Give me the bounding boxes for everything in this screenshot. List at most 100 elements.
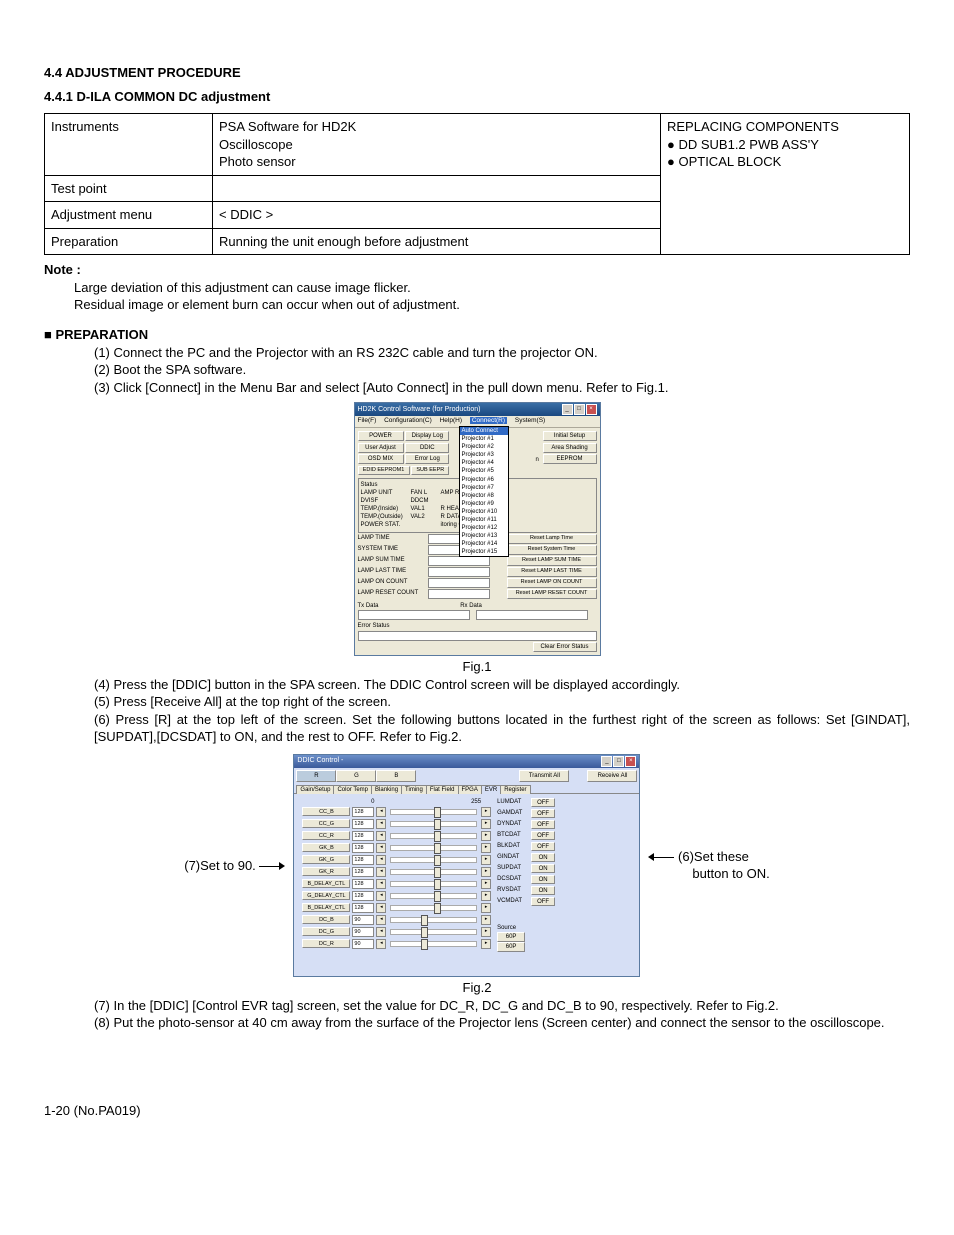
slider-track[interactable] xyxy=(390,941,477,947)
step-up-button[interactable]: ▸ xyxy=(481,831,491,841)
slider-label-button[interactable]: B_DELAY_CTL xyxy=(302,879,350,888)
minimize-icon[interactable]: _ xyxy=(562,404,573,415)
edid-eeprom1-button[interactable]: EDID EEPROM1 xyxy=(358,466,410,475)
slider-label-button[interactable]: GK_G xyxy=(302,855,350,864)
step-up-button[interactable]: ▸ xyxy=(481,807,491,817)
tab-flatfield[interactable]: Flat Field xyxy=(426,785,459,794)
menu-config[interactable]: Configuration(C) xyxy=(384,417,432,424)
fig1-dropdown[interactable]: Auto Connect Projector #1 Projector #2 P… xyxy=(459,426,509,558)
g-button[interactable]: G xyxy=(336,770,376,782)
b-button[interactable]: B xyxy=(376,770,416,782)
eeprom-button[interactable]: EEPROM xyxy=(543,454,597,464)
power-button[interactable]: POWER xyxy=(358,431,404,441)
step-down-button[interactable]: ◂ xyxy=(376,843,386,853)
step-down-button[interactable]: ◂ xyxy=(376,831,386,841)
slider-thumb[interactable] xyxy=(434,867,441,878)
source-btn-1[interactable]: 60P xyxy=(497,932,525,942)
tab-fpga[interactable]: FPGA xyxy=(458,785,482,794)
slider-value[interactable]: 90 xyxy=(352,915,374,925)
slider-track[interactable] xyxy=(390,869,477,875)
sub-eepr-button[interactable]: SUB EEPR xyxy=(411,466,449,475)
osd-mix-button[interactable]: OSD MIX xyxy=(358,454,404,464)
toggle-button[interactable]: ON xyxy=(531,875,555,884)
toggle-button[interactable]: OFF xyxy=(531,897,555,906)
dropdown-item[interactable]: Projector #10 xyxy=(460,508,508,516)
clear-error-button[interactable]: Clear Error Status xyxy=(533,642,597,652)
step-down-button[interactable]: ◂ xyxy=(376,939,386,949)
reset-button[interactable]: Reset LAMP RESET COUNT xyxy=(507,589,597,599)
step-down-button[interactable]: ◂ xyxy=(376,807,386,817)
close-icon[interactable]: × xyxy=(586,404,597,415)
error-log-button[interactable]: Error Log xyxy=(405,454,449,464)
slider-track[interactable] xyxy=(390,821,477,827)
slider-track[interactable] xyxy=(390,929,477,935)
menu-system[interactable]: System(S) xyxy=(515,417,545,424)
slider-value[interactable]: 128 xyxy=(352,843,374,853)
slider-label-button[interactable]: CC_R xyxy=(302,831,350,840)
reset-button[interactable]: Reset Lamp Time xyxy=(507,534,597,544)
receive-all-button[interactable]: Receive All xyxy=(587,770,637,782)
maximize-icon[interactable]: □ xyxy=(613,756,624,767)
slider-label-button[interactable]: GK_R xyxy=(302,867,350,876)
slider-thumb[interactable] xyxy=(434,855,441,866)
initial-setup-button[interactable]: Initial Setup xyxy=(543,431,597,441)
minimize-icon[interactable]: _ xyxy=(601,756,612,767)
slider-track[interactable] xyxy=(390,809,477,815)
toggle-button[interactable]: OFF xyxy=(531,809,555,818)
toggle-button[interactable]: ON xyxy=(531,886,555,895)
tab-register[interactable]: Register xyxy=(500,785,530,794)
close-icon[interactable]: × xyxy=(625,756,636,767)
slider-label-button[interactable]: G_DELAY_CTL xyxy=(302,891,350,900)
tab-gainsetup[interactable]: Gain/Setup xyxy=(296,785,334,794)
slider-track[interactable] xyxy=(390,833,477,839)
dropdown-item[interactable]: Projector #8 xyxy=(460,492,508,500)
step-up-button[interactable]: ▸ xyxy=(481,819,491,829)
step-down-button[interactable]: ◂ xyxy=(376,879,386,889)
dropdown-item[interactable]: Projector #15 xyxy=(460,548,508,556)
step-up-button[interactable]: ▸ xyxy=(481,915,491,925)
step-down-button[interactable]: ◂ xyxy=(376,915,386,925)
slider-value[interactable]: 128 xyxy=(352,819,374,829)
toggle-button[interactable]: ON xyxy=(531,864,555,873)
step-up-button[interactable]: ▸ xyxy=(481,891,491,901)
slider-thumb[interactable] xyxy=(434,903,441,914)
display-log-button[interactable]: Display Log xyxy=(405,431,449,441)
dropdown-item[interactable]: Projector #12 xyxy=(460,524,508,532)
step-down-button[interactable]: ◂ xyxy=(376,891,386,901)
toggle-button[interactable]: OFF xyxy=(531,820,555,829)
toggle-button[interactable]: ON xyxy=(531,853,555,862)
slider-value[interactable]: 90 xyxy=(352,939,374,949)
slider-thumb[interactable] xyxy=(421,927,428,938)
dropdown-item[interactable]: Projector #13 xyxy=(460,532,508,540)
tab-blanking[interactable]: Blanking xyxy=(371,785,402,794)
maximize-icon[interactable]: □ xyxy=(574,404,585,415)
slider-label-button[interactable]: GK_B xyxy=(302,843,350,852)
slider-thumb[interactable] xyxy=(421,915,428,926)
slider-track[interactable] xyxy=(390,905,477,911)
slider-thumb[interactable] xyxy=(434,819,441,830)
slider-value[interactable]: 128 xyxy=(352,807,374,817)
slider-thumb[interactable] xyxy=(421,939,428,950)
slider-value[interactable]: 128 xyxy=(352,903,374,913)
slider-label-button[interactable]: CC_B xyxy=(302,807,350,816)
tab-timing[interactable]: Timing xyxy=(401,785,427,794)
dropdown-item[interactable]: Projector #7 xyxy=(460,484,508,492)
step-up-button[interactable]: ▸ xyxy=(481,879,491,889)
slider-track[interactable] xyxy=(390,881,477,887)
ddic-button[interactable]: DDIC xyxy=(405,443,449,453)
dropdown-item[interactable]: Projector #4 xyxy=(460,459,508,467)
slider-label-button[interactable]: DC_G xyxy=(302,927,350,936)
menu-help[interactable]: Help(H) xyxy=(440,417,462,424)
reset-button[interactable]: Reset LAMP SUM TIME xyxy=(507,556,597,566)
dropdown-item[interactable]: Projector #3 xyxy=(460,451,508,459)
dropdown-item[interactable]: Projector #11 xyxy=(460,516,508,524)
toggle-button[interactable]: OFF xyxy=(531,842,555,851)
slider-thumb[interactable] xyxy=(434,879,441,890)
slider-value[interactable]: 128 xyxy=(352,891,374,901)
slider-label-button[interactable]: DC_B xyxy=(302,915,350,924)
slider-track[interactable] xyxy=(390,893,477,899)
step-down-button[interactable]: ◂ xyxy=(376,855,386,865)
slider-value[interactable]: 128 xyxy=(352,831,374,841)
area-shading-button[interactable]: Area Shading xyxy=(543,443,597,453)
step-down-button[interactable]: ◂ xyxy=(376,903,386,913)
